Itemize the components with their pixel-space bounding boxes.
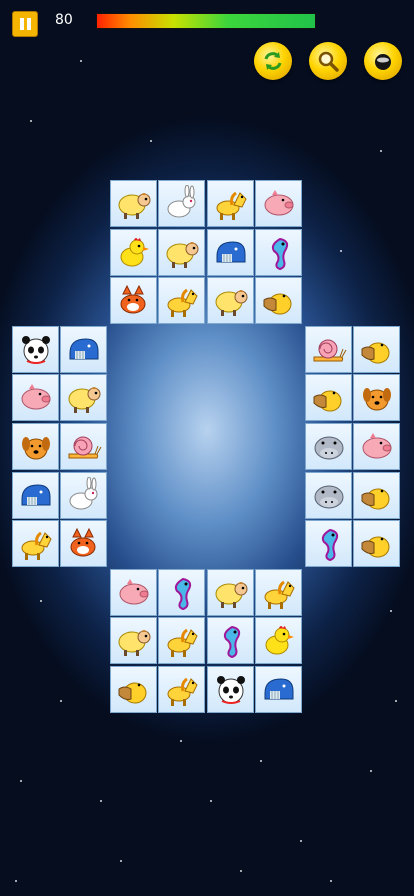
tile-pelican[interactable]: [110, 666, 157, 713]
pony-icon: [167, 628, 198, 657]
tile-sheep[interactable]: [110, 617, 157, 664]
tile-dog[interactable]: [353, 374, 400, 421]
tile-chick[interactable]: [110, 229, 157, 276]
pony-icon: [264, 580, 295, 609]
tile-pony[interactable]: [255, 569, 302, 616]
pig-icon: [362, 432, 391, 458]
snail-icon: [68, 436, 101, 458]
hippo-icon: [314, 436, 343, 459]
dog-icon: [362, 387, 391, 410]
pony-icon: [167, 288, 198, 317]
fox-icon: [70, 527, 95, 556]
pony-icon: [21, 531, 52, 560]
pelican-icon: [118, 682, 146, 703]
rabbit-icon: [69, 476, 97, 509]
tile-rabbit[interactable]: [158, 180, 205, 227]
tile-pig[interactable]: [12, 374, 59, 421]
tile-sheep[interactable]: [158, 229, 205, 276]
tile-sheep[interactable]: [110, 180, 157, 227]
game-board: [0, 0, 414, 896]
tile-pony[interactable]: [12, 520, 59, 567]
sheep-icon: [68, 386, 100, 413]
tile-seahorse[interactable]: [207, 617, 254, 664]
rabbit-icon: [167, 184, 195, 217]
sheep-icon: [118, 629, 150, 656]
sheep-icon: [118, 192, 150, 219]
tile-whale[interactable]: [255, 666, 302, 713]
panda-icon: [21, 335, 50, 364]
tile-snail[interactable]: [60, 423, 107, 470]
tile-seahorse[interactable]: [305, 520, 352, 567]
tile-pelican[interactable]: [305, 374, 352, 421]
panda-icon: [216, 675, 245, 704]
chick-icon: [120, 237, 149, 266]
sheep-icon: [215, 289, 247, 316]
chick-icon: [265, 625, 294, 654]
tile-fox[interactable]: [60, 520, 107, 567]
tile-pony[interactable]: [158, 277, 205, 324]
whale-icon: [216, 240, 245, 262]
pelican-icon: [361, 536, 389, 557]
tile-whale[interactable]: [12, 472, 59, 519]
tile-whale[interactable]: [207, 229, 254, 276]
pony-icon: [167, 677, 198, 706]
tile-pig[interactable]: [353, 423, 400, 470]
tile-pelican[interactable]: [255, 277, 302, 324]
tile-sheep[interactable]: [207, 569, 254, 616]
whale-icon: [264, 677, 293, 699]
tile-pelican[interactable]: [353, 326, 400, 373]
tile-sheep[interactable]: [60, 374, 107, 421]
dog-icon: [21, 436, 50, 459]
fox-icon: [120, 284, 145, 313]
tile-panda[interactable]: [12, 326, 59, 373]
pelican-icon: [263, 293, 291, 314]
pelican-icon: [313, 390, 341, 411]
tile-seahorse[interactable]: [158, 569, 205, 616]
pelican-icon: [361, 342, 389, 363]
tile-rabbit[interactable]: [60, 472, 107, 519]
pig-icon: [264, 189, 293, 215]
tile-pelican[interactable]: [353, 472, 400, 519]
pony-icon: [216, 191, 247, 220]
seahorse-icon: [271, 237, 288, 270]
pig-icon: [21, 383, 50, 409]
snail-icon: [313, 339, 346, 361]
tile-snail[interactable]: [305, 326, 352, 373]
seahorse-icon: [174, 577, 191, 610]
hippo-icon: [314, 485, 343, 508]
whale-icon: [69, 337, 98, 359]
tile-hippo[interactable]: [305, 472, 352, 519]
tile-seahorse[interactable]: [255, 229, 302, 276]
tile-hippo[interactable]: [305, 423, 352, 470]
sheep-icon: [166, 241, 198, 268]
tile-chick[interactable]: [255, 617, 302, 664]
tile-panda[interactable]: [207, 666, 254, 713]
whale-icon: [21, 483, 50, 505]
tile-dog[interactable]: [12, 423, 59, 470]
sheep-icon: [215, 581, 247, 608]
tile-pony[interactable]: [207, 180, 254, 227]
tile-pig[interactable]: [255, 180, 302, 227]
pelican-icon: [361, 488, 389, 509]
tile-pelican[interactable]: [353, 520, 400, 567]
tile-pony[interactable]: [158, 617, 205, 664]
tile-whale[interactable]: [60, 326, 107, 373]
pig-icon: [119, 578, 148, 604]
seahorse-icon: [321, 528, 338, 561]
tile-fox[interactable]: [110, 277, 157, 324]
tile-sheep[interactable]: [207, 277, 254, 324]
seahorse-icon: [223, 625, 240, 658]
tile-pony[interactable]: [158, 666, 205, 713]
tile-pig[interactable]: [110, 569, 157, 616]
